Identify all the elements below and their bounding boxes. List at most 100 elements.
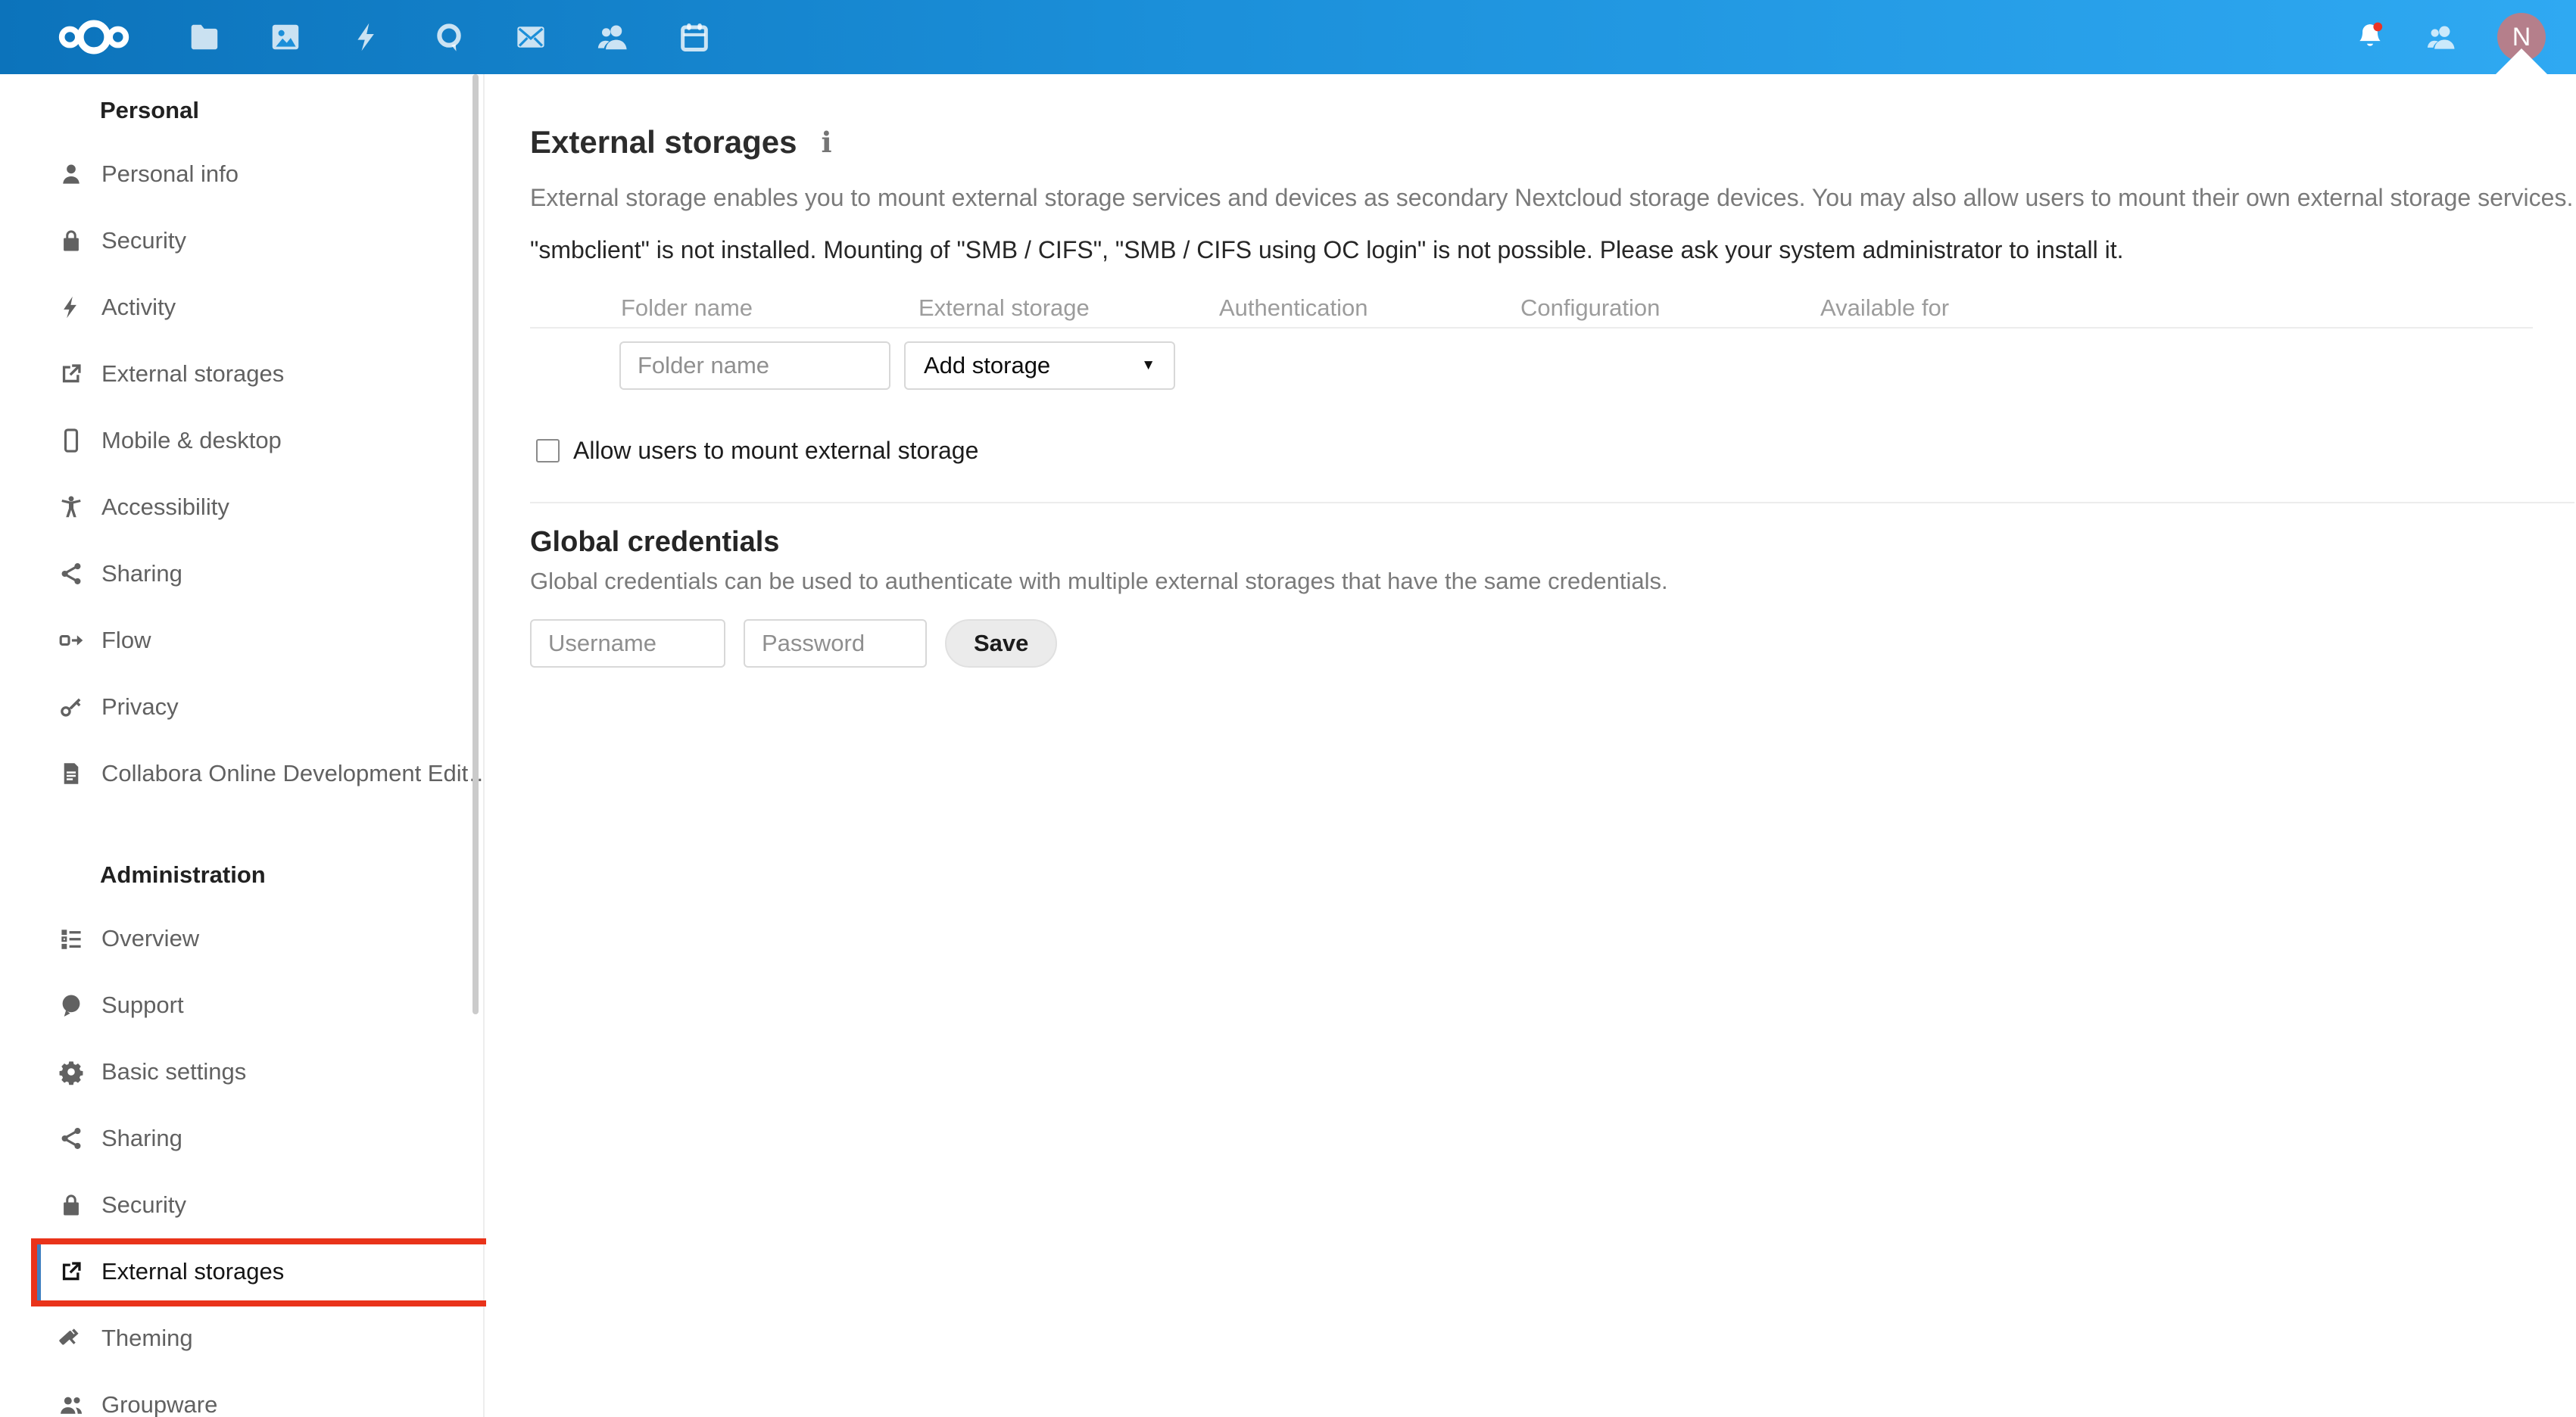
sidebar-item-label: Groupware (101, 1391, 218, 1417)
top-bar: N (0, 0, 2576, 74)
sidebar-item-label: Overview (101, 925, 200, 951)
sidebar-item-label: Accessibility (101, 494, 229, 520)
column-header-configuration: Configuration (1520, 294, 1661, 321)
nextcloud-logo[interactable] (56, 13, 132, 61)
document-icon (58, 760, 85, 787)
add-storage-label: Add storage (924, 352, 1051, 378)
allow-users-label[interactable]: Allow users to mount external storage (573, 437, 978, 465)
password-field[interactable] (744, 619, 927, 668)
sidebar-item-collabora-online-development-edit[interactable]: Collabora Online Development Edit… (0, 740, 483, 807)
sidebar-item-label: Basic settings (101, 1058, 247, 1085)
sidebar-item-label: Personal info (101, 160, 239, 187)
intro-text: External storage enables you to mount ex… (530, 184, 2574, 211)
app-calendar-icon[interactable] (677, 20, 712, 54)
global-credentials-description: Global credentials can be used to authen… (530, 568, 1668, 594)
roller-icon (58, 1325, 85, 1352)
sidebar-item-sharing[interactable]: Sharing (0, 1105, 483, 1172)
sidebar-item-label: Theming (101, 1325, 193, 1351)
sidebar-item-personal-info[interactable]: Personal info (0, 141, 483, 207)
app-contacts-icon[interactable] (595, 20, 630, 54)
app-mail-icon[interactable] (513, 20, 548, 54)
sidebar-item-label: Sharing (101, 1125, 182, 1151)
sidebar-item-overview[interactable]: Overview (0, 905, 483, 972)
user-icon (58, 160, 85, 188)
allow-users-row: Allow users to mount external storage (530, 437, 2576, 465)
column-header-folder-name: Folder name (621, 294, 753, 321)
contacts-menu-icon[interactable] (2425, 20, 2459, 54)
add-storage-select[interactable]: Add storage ▼ (904, 341, 1175, 390)
main-content: External storages i External storage ena… (486, 74, 2576, 1417)
sidebar-scrollbar[interactable] (472, 74, 479, 1014)
chat-icon (58, 992, 85, 1019)
sidebar-item-privacy[interactable]: Privacy (0, 674, 483, 740)
external-icon (58, 1258, 85, 1285)
smbclient-warning-text: "smbclient" is not installed. Mounting o… (530, 236, 2124, 263)
sidebar-item-label: Sharing (101, 560, 182, 587)
section-divider (530, 502, 2574, 503)
folder-name-input[interactable] (619, 341, 890, 390)
username-field[interactable] (530, 619, 725, 668)
lock-icon (58, 1191, 85, 1219)
sidebar-item-mobile-desktop[interactable]: Mobile & desktop (0, 407, 483, 474)
sidebar-item-theming[interactable]: Theming (0, 1305, 483, 1372)
page-title-row: External storages i (530, 125, 2576, 160)
sidebar-item-label: Security (101, 227, 186, 254)
sidebar-item-groupware[interactable]: Groupware (0, 1372, 483, 1417)
table-header-divider (530, 327, 2533, 329)
sidebar-item-accessibility[interactable]: Accessibility (0, 474, 483, 540)
chevron-down-icon: ▼ (1141, 357, 1155, 373)
sidebar-item-external-storages[interactable]: External storages (0, 1238, 483, 1305)
sidebar-item-activity[interactable]: Activity (0, 274, 483, 341)
sidebar-item-label: External storages (101, 360, 285, 387)
external-icon (58, 360, 85, 388)
storage-table-header: Folder name External storage Authenticatio… (530, 294, 2576, 322)
key-icon (58, 693, 85, 721)
settings-sidebar: Personal Personal info Security Activity Ext… (0, 74, 485, 1417)
global-credentials-title: Global credentials (530, 526, 780, 558)
allow-users-checkbox[interactable] (536, 439, 560, 462)
overview-icon (58, 925, 85, 952)
sidebar-item-label: Privacy (101, 693, 179, 720)
sidebar-section-personal: Personal (100, 97, 199, 123)
sidebar-item-security[interactable]: Security (0, 1172, 483, 1238)
sidebar-item-external-storages[interactable]: External storages (0, 341, 483, 407)
sidebar-item-flow[interactable]: Flow (0, 607, 483, 674)
sidebar-item-label: Collabora Online Development Edit… (101, 760, 485, 786)
app-photos-icon[interactable] (268, 20, 303, 54)
notifications-bell-icon[interactable] (2353, 20, 2387, 54)
new-storage-row: Add storage ▼ (530, 341, 2576, 390)
app-talk-icon[interactable] (432, 20, 466, 54)
activity-icon (58, 294, 85, 321)
phone-icon (58, 427, 85, 454)
share-icon (58, 1125, 85, 1152)
sidebar-item-label: External storages (101, 1258, 285, 1285)
sidebar-item-security[interactable]: Security (0, 207, 483, 274)
sidebar-item-support[interactable]: Support (0, 972, 483, 1039)
column-header-external-storage: External storage (918, 294, 1090, 321)
column-header-authentication: Authentication (1219, 294, 1368, 321)
lock-icon (58, 227, 85, 254)
app-menu (186, 0, 712, 74)
sidebar-item-label: Mobile & desktop (101, 427, 282, 453)
sidebar-item-basic-settings[interactable]: Basic settings (0, 1039, 483, 1105)
sidebar-item-label: Activity (101, 294, 176, 320)
info-icon[interactable]: i (822, 125, 832, 160)
global-credentials-form: Save (530, 619, 2576, 668)
app-activity-icon[interactable] (350, 20, 385, 54)
accessibility-icon (58, 494, 85, 521)
sidebar-item-label: Security (101, 1191, 186, 1218)
column-header-available-for: Available for (1820, 294, 1950, 321)
save-button[interactable]: Save (945, 619, 1058, 668)
page-title: External storages (530, 124, 797, 160)
notification-dot (2373, 22, 2383, 32)
group-icon (58, 1391, 85, 1417)
app-files-icon[interactable] (186, 20, 221, 54)
user-menu-arrow (2496, 48, 2547, 74)
sidebar-item-label: Flow (101, 627, 151, 653)
gear-icon (58, 1058, 85, 1085)
share-icon (58, 560, 85, 587)
sidebar-item-label: Support (101, 992, 184, 1018)
sidebar-item-sharing[interactable]: Sharing (0, 540, 483, 607)
sidebar-section-administration: Administration (100, 861, 266, 888)
flow-icon (58, 627, 85, 654)
